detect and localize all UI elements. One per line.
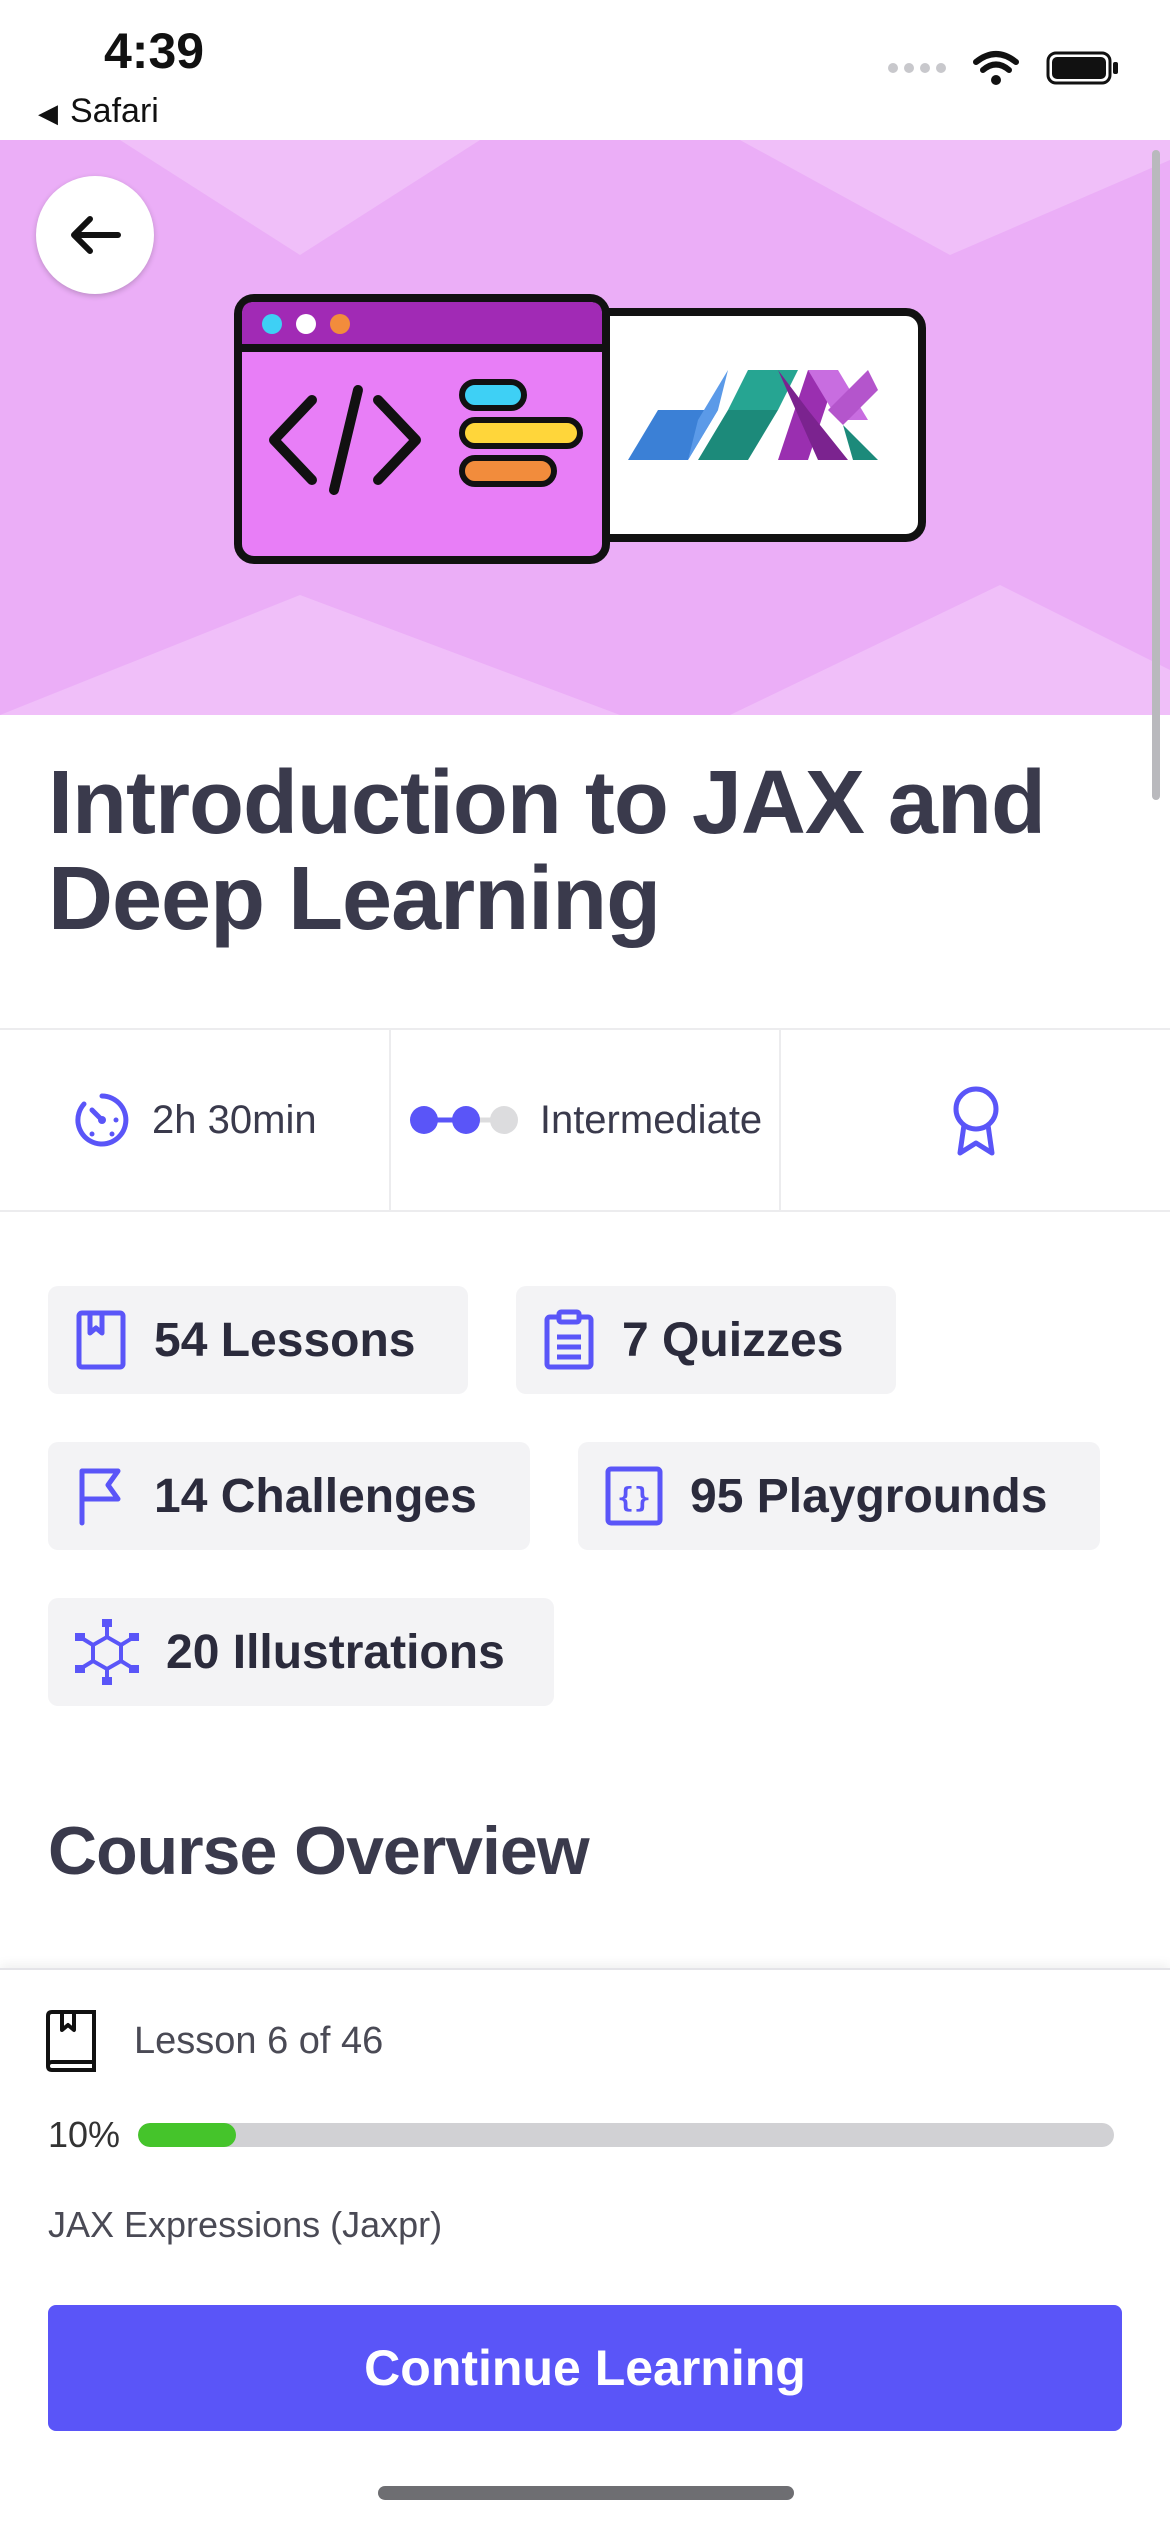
battery-icon bbox=[1046, 51, 1118, 85]
continue-learning-button[interactable]: Continue Learning bbox=[48, 2305, 1122, 2431]
svg-text:{}: {} bbox=[617, 1481, 651, 1514]
back-button[interactable] bbox=[36, 176, 154, 294]
network-cube-icon bbox=[75, 1619, 139, 1685]
illustrations-chip: 20 Illustrations bbox=[48, 1598, 554, 1706]
illustrations-label: 20 Illustrations bbox=[166, 1625, 505, 1679]
challenges-chip: 14 Challenges bbox=[48, 1442, 530, 1550]
status-indicators bbox=[888, 50, 1120, 86]
level-cell: Intermediate bbox=[391, 1030, 782, 1210]
bookmark-book-icon bbox=[76, 1310, 126, 1370]
certificate-cell[interactable] bbox=[781, 1030, 1170, 1210]
duration-cell: 2h 30min bbox=[0, 1030, 391, 1210]
progress-bar bbox=[138, 2123, 1114, 2147]
back-app-label: Safari bbox=[70, 92, 159, 130]
current-lesson-title: JAX Expressions (Jaxpr) bbox=[48, 2204, 443, 2245]
quizzes-label: 7 Quizzes bbox=[622, 1313, 844, 1367]
level-indicator-icon bbox=[409, 1106, 518, 1134]
course-info-strip: 2h 30min Intermediate bbox=[0, 1028, 1170, 1212]
progress-percent: 10% bbox=[48, 2114, 121, 2155]
continue-learning-panel: Lesson 6 of 46 10% JAX Expressions (Jaxp… bbox=[0, 1968, 1170, 2534]
signal-icon bbox=[888, 63, 946, 73]
lesson-counter-row: Lesson 6 of 46 bbox=[42, 2008, 383, 2074]
arrow-left-icon bbox=[71, 216, 121, 254]
course-title: Introduction to JAX and Deep Learning bbox=[48, 753, 1046, 949]
wifi-icon bbox=[973, 51, 1019, 85]
overview-title: Course Overview bbox=[48, 1813, 590, 1889]
timer-icon bbox=[75, 1093, 129, 1147]
clipboard-icon bbox=[544, 1309, 594, 1370]
status-time: 4:39 bbox=[104, 23, 205, 79]
lessons-chip: 54 Lessons bbox=[48, 1286, 468, 1394]
back-to-safari-link[interactable]: ◀ Safari bbox=[38, 92, 159, 131]
flag-icon bbox=[79, 1468, 121, 1526]
back-triangle-icon: ◀ bbox=[38, 98, 58, 128]
code-braces-icon: {} bbox=[605, 1466, 663, 1526]
scrollbar[interactable] bbox=[1152, 150, 1160, 800]
challenges-label: 14 Challenges bbox=[154, 1469, 477, 1523]
level-text: Intermediate bbox=[539, 1097, 763, 1142]
status-bar: 4:39 ◀ Safari bbox=[0, 0, 1170, 140]
quizzes-chip: 7 Quizzes bbox=[516, 1286, 896, 1394]
playgrounds-chip: {} 95 Playgrounds bbox=[578, 1442, 1100, 1550]
home-indicator[interactable] bbox=[378, 2486, 794, 2500]
playgrounds-label: 95 Playgrounds bbox=[690, 1469, 1048, 1523]
book-icon bbox=[46, 2010, 96, 2072]
progress-row: 10% bbox=[48, 2114, 1114, 2156]
duration-text: 2h 30min bbox=[152, 1097, 317, 1142]
award-ribbon-icon bbox=[953, 1086, 999, 1156]
course-hero-banner bbox=[0, 140, 1170, 715]
lessons-label: 54 Lessons bbox=[154, 1313, 416, 1367]
progress-bar-fill bbox=[138, 2123, 236, 2147]
lesson-counter: Lesson 6 of 46 bbox=[134, 2019, 384, 2062]
code-window-illustration bbox=[234, 294, 926, 564]
